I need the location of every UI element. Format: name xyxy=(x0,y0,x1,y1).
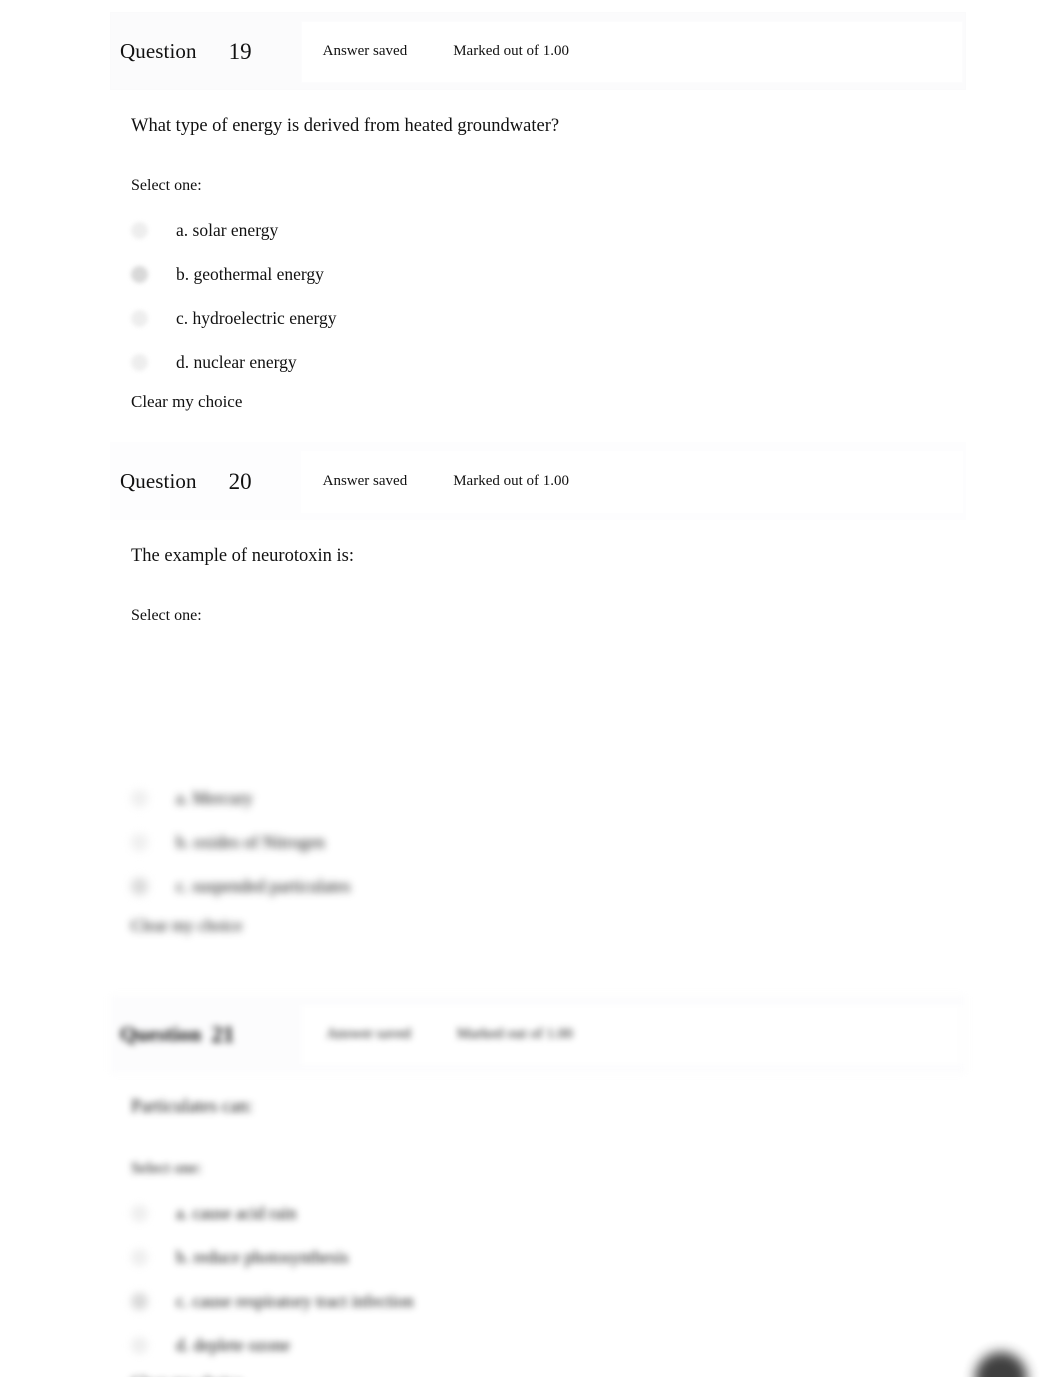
select-one-label-21: Select one: xyxy=(131,1160,202,1178)
question-marks-19: Marked out of 1.00 xyxy=(453,42,570,59)
answer-label-19-d: d. nuclear energy xyxy=(176,352,297,373)
radio-icon-19-b[interactable] xyxy=(131,266,148,284)
question-state-21: Answer saved xyxy=(326,1025,411,1042)
radio-icon-20-c[interactable] xyxy=(131,878,148,896)
question-label-21: Question xyxy=(120,1021,202,1046)
answer-option-19-a[interactable]: a. solar energy xyxy=(131,209,1062,253)
answer-label-20-a: a. Mercury xyxy=(176,788,253,809)
clear-my-choice-19[interactable]: Clear my choice xyxy=(131,393,1062,410)
question-text-20: The example of neurotoxin is: xyxy=(131,546,354,566)
answer-option-21-b[interactable]: b. reduce photosynthesis xyxy=(131,1236,1062,1280)
radio-icon-21-b[interactable] xyxy=(131,1249,148,1267)
clear-my-choice-20[interactable]: Clear my choice xyxy=(131,917,1062,934)
answer-list-19: a. solar energy b. geothermal energy c. … xyxy=(131,209,1062,385)
select-one-label-20: Select one: xyxy=(131,607,202,625)
answer-option-19-b[interactable]: b. geothermal energy xyxy=(131,253,1062,297)
answer-option-20-a[interactable]: a. Mercury xyxy=(131,777,1062,821)
answer-label-20-c: c. suspended particulates xyxy=(176,876,351,897)
question-header-19: Question 19 Answer saved Marked out of 1… xyxy=(110,12,966,90)
radio-icon-19-d[interactable] xyxy=(131,354,148,372)
question-state-20: Answer saved xyxy=(322,472,408,489)
question-state-19: Answer saved xyxy=(322,42,408,59)
question-number-21: 21 xyxy=(211,1021,235,1047)
radio-icon-20-a[interactable] xyxy=(131,790,148,808)
answer-option-21-c[interactable]: c. cause respiratory tract infection xyxy=(131,1280,1062,1324)
answer-label-21-c: c. cause respiratory tract infection xyxy=(176,1291,414,1312)
radio-icon-19-a[interactable] xyxy=(131,222,148,240)
radio-icon-21-c[interactable] xyxy=(131,1293,148,1311)
answer-option-19-d[interactable]: d. nuclear energy xyxy=(131,341,1062,385)
question-marks-21: Marked out of 1.00 xyxy=(456,1025,573,1042)
question-number-19: 19 xyxy=(228,38,252,64)
answer-option-19-c[interactable]: c. hydroelectric energy xyxy=(131,297,1062,341)
answer-option-21-d[interactable]: d. deplete ozone xyxy=(131,1324,1062,1368)
answer-list-21: a. cause acid rain b. reduce photosynthe… xyxy=(131,1192,1062,1368)
question-header-21: Question 21 Answer saved Marked out of 1… xyxy=(110,995,966,1073)
radio-icon-20-b[interactable] xyxy=(131,834,148,852)
question-text-19: What type of energy is derived from heat… xyxy=(131,116,560,136)
question-header-20: Question 20 Answer saved Marked out of 1… xyxy=(110,442,966,520)
answer-label-19-c: c. hydroelectric energy xyxy=(176,308,337,329)
question-number-20: 20 xyxy=(228,468,252,494)
select-one-label-19: Select one: xyxy=(131,177,202,195)
question-text-21: Particulates can: xyxy=(131,1097,253,1117)
question-block-21: Question 21 Answer saved Marked out of 1… xyxy=(0,995,1062,1377)
question-label-19: Question xyxy=(120,38,197,63)
question-label-20: Question xyxy=(120,468,197,493)
answer-label-21-d: d. deplete ozone xyxy=(176,1335,291,1356)
answer-label-21-b: b. reduce photosynthesis xyxy=(176,1247,349,1268)
radio-icon-19-c[interactable] xyxy=(131,310,148,328)
answer-option-21-a[interactable]: a. cause acid rain xyxy=(131,1192,1062,1236)
radio-icon-21-a[interactable] xyxy=(131,1205,148,1223)
question-block-19: Question 19 Answer saved Marked out of 1… xyxy=(0,12,1062,410)
answer-label-19-a: a. solar energy xyxy=(176,220,279,241)
question-block-20: Question 20 Answer saved Marked out of 1… xyxy=(0,442,1062,934)
answer-label-20-b: b. oxides of Nitrogen xyxy=(176,832,325,853)
answer-option-20-c[interactable]: c. suspended particulates xyxy=(131,865,1062,909)
question-marks-20: Marked out of 1.00 xyxy=(453,472,570,489)
answer-list-20: a. Mercury b. oxides of Nitrogen c. susp… xyxy=(131,777,1062,909)
answer-label-21-a: a. cause acid rain xyxy=(176,1203,297,1224)
answer-option-20-b[interactable]: b. oxides of Nitrogen xyxy=(131,821,1062,865)
answer-label-19-b: b. geothermal energy xyxy=(176,264,324,285)
quiz-page: Question 19 Answer saved Marked out of 1… xyxy=(0,0,1062,1377)
radio-icon-21-d[interactable] xyxy=(131,1337,148,1355)
